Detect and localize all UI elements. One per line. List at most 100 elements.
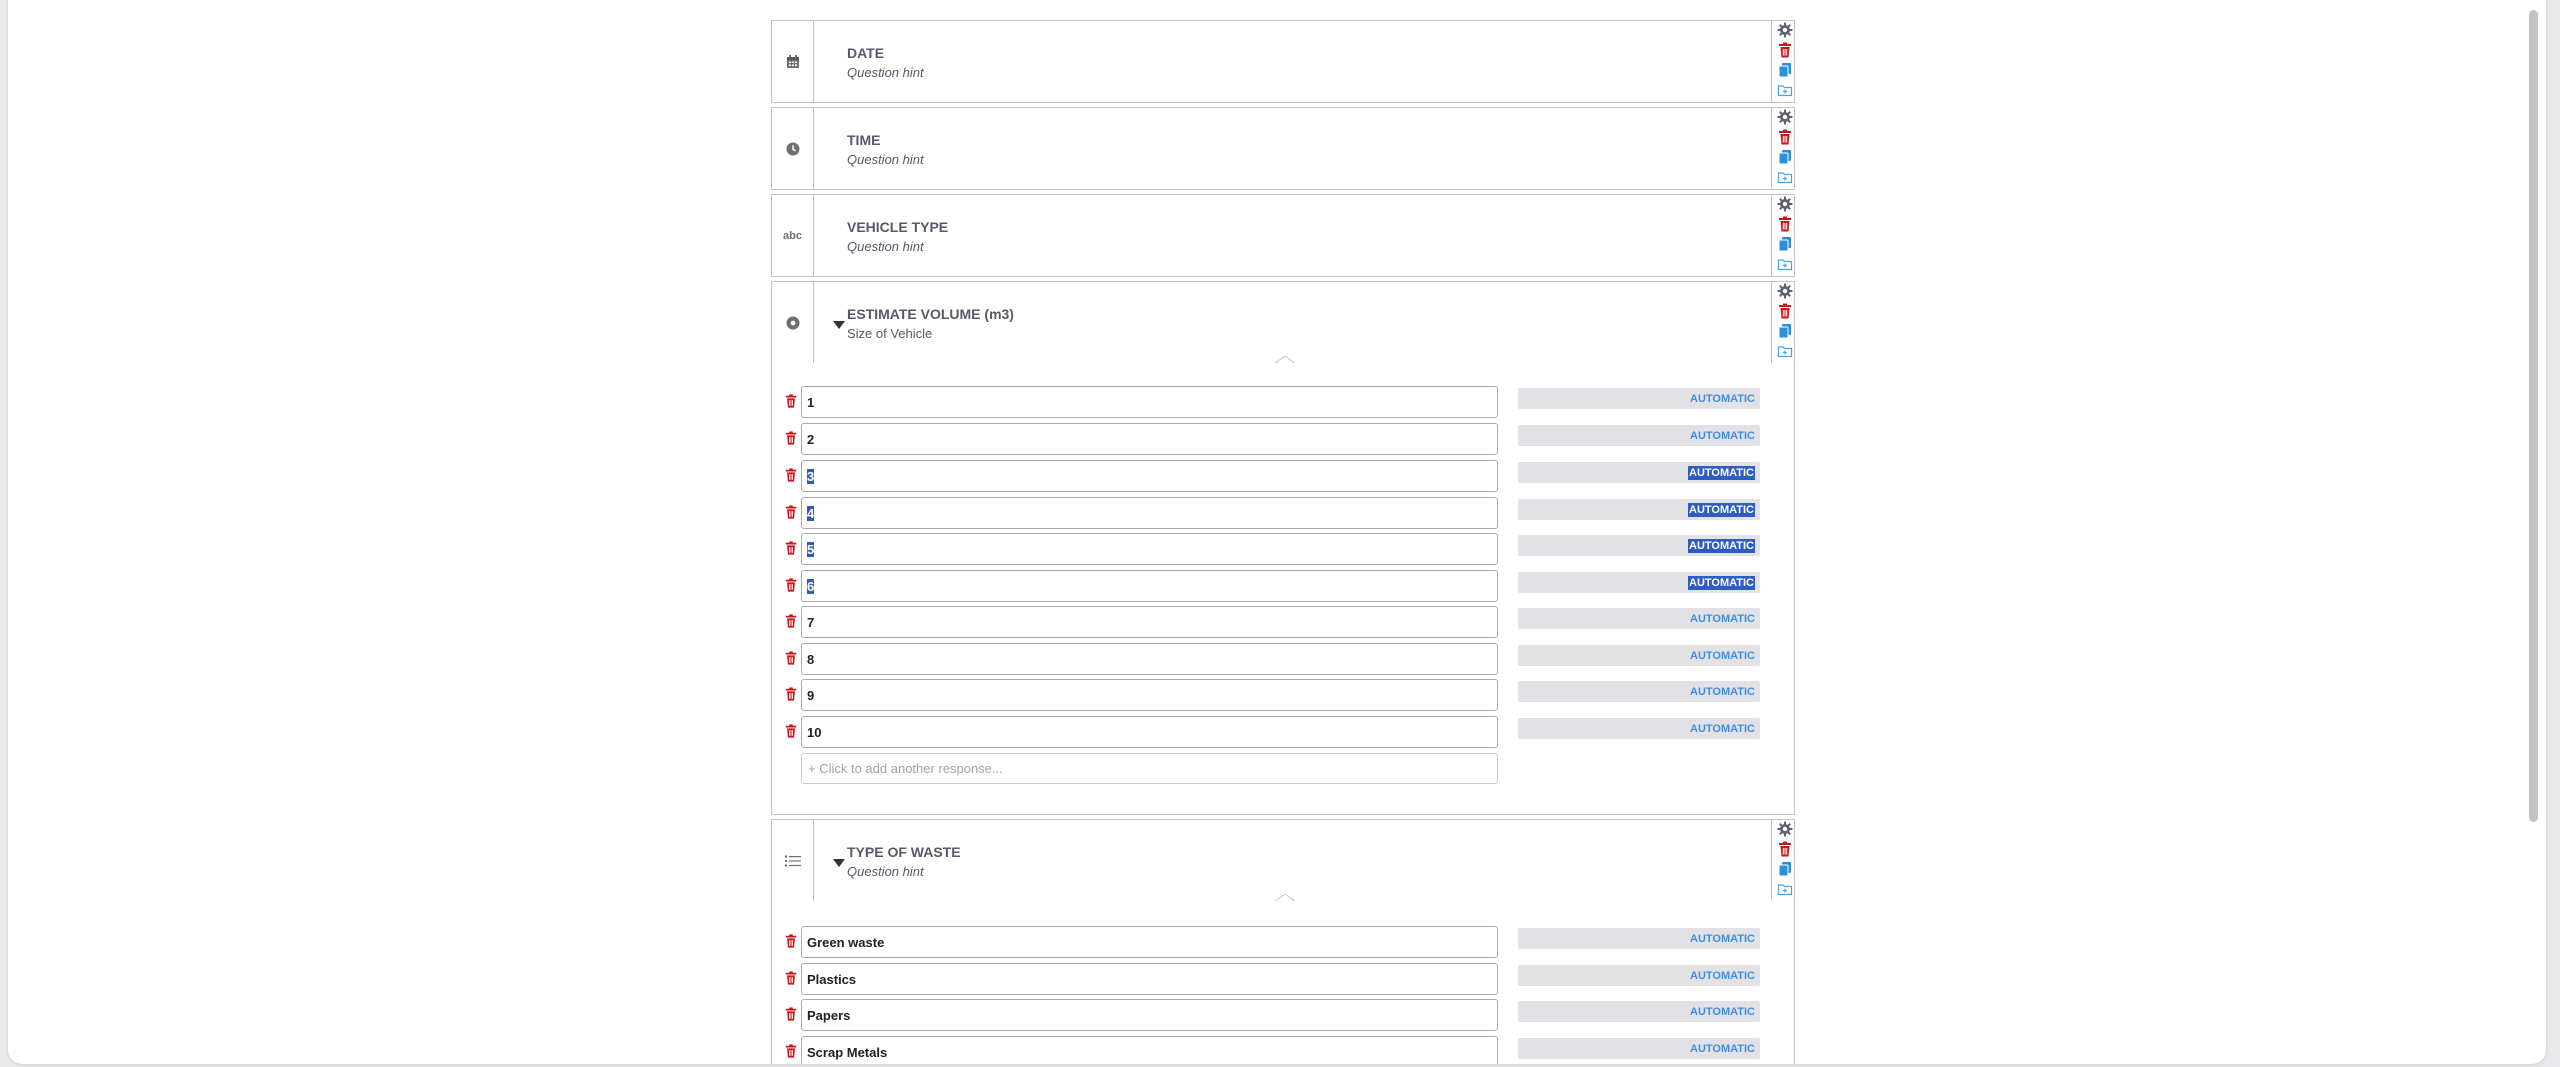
question-vehicle-type[interactable]: abc VEHICLE TYPE Question hint (771, 194, 1795, 277)
response-input[interactable]: 5 (801, 533, 1498, 565)
response-row: 6 AUTOMATIC (772, 570, 1794, 602)
delete-response-icon[interactable] (784, 540, 798, 556)
score-field[interactable]: AUTOMATIC (1518, 645, 1760, 666)
folder-icon[interactable] (1777, 169, 1793, 185)
collapse-caret-icon[interactable] (833, 859, 845, 867)
score-field[interactable]: AUTOMATIC (1518, 718, 1760, 739)
response-row: Plastics AUTOMATIC (772, 963, 1794, 995)
response-row: 2 AUTOMATIC (772, 423, 1794, 455)
score-field[interactable]: AUTOMATIC (1518, 425, 1760, 446)
gear-icon[interactable] (1777, 22, 1793, 38)
response-input[interactable]: 10 (801, 716, 1498, 748)
delete-response-icon[interactable] (784, 504, 798, 520)
delete-response-icon[interactable] (784, 933, 798, 949)
response-input[interactable]: 4 (801, 497, 1498, 529)
question-title: TIME (847, 132, 881, 148)
add-response-input[interactable]: + Click to add another response... (801, 753, 1498, 784)
question-hint: Question hint (847, 864, 924, 879)
text-icon-label: abc (783, 229, 802, 242)
copy-icon[interactable] (1777, 62, 1793, 78)
response-input[interactable]: 3 (801, 460, 1498, 492)
score-field[interactable]: AUTOMATIC (1518, 572, 1760, 593)
copy-icon[interactable] (1777, 861, 1793, 877)
gear-icon[interactable] (1777, 821, 1793, 837)
score-field[interactable]: AUTOMATIC (1518, 462, 1760, 483)
question-title: DATE (847, 45, 885, 61)
question-time[interactable]: TIME Question hint (771, 107, 1795, 190)
score-field[interactable]: AUTOMATIC (1518, 499, 1760, 520)
response-input[interactable]: 8 (801, 643, 1498, 675)
question-actions (1771, 281, 1795, 364)
copy-icon[interactable] (1777, 323, 1793, 339)
delete-response-icon[interactable] (784, 723, 798, 739)
score-field[interactable]: AUTOMATIC (1518, 965, 1760, 986)
delete-response-icon[interactable] (784, 970, 798, 986)
response-input[interactable]: 6 (801, 570, 1498, 602)
response-input[interactable]: 7 (801, 606, 1498, 638)
delete-response-icon[interactable] (784, 393, 798, 409)
response-row: Scrap Metals AUTOMATIC (772, 1036, 1794, 1064)
text-abc-icon: abc (772, 195, 814, 276)
score-field[interactable]: AUTOMATIC (1518, 928, 1760, 949)
response-row: Papers AUTOMATIC (772, 999, 1794, 1031)
score-field[interactable]: AUTOMATIC (1518, 388, 1760, 409)
response-row: 9 AUTOMATIC (772, 679, 1794, 711)
delete-icon[interactable] (1777, 42, 1793, 58)
collapse-caret-icon[interactable] (833, 321, 845, 329)
delete-icon[interactable] (1777, 129, 1793, 145)
delete-icon[interactable] (1777, 303, 1793, 319)
question-subtitle: Size of Vehicle (847, 326, 933, 341)
delete-response-icon[interactable] (784, 430, 798, 446)
delete-response-icon[interactable] (784, 613, 798, 629)
delete-response-icon[interactable] (784, 1006, 798, 1022)
question-type-of-waste[interactable]: TYPE OF WASTE Question hint (771, 819, 1795, 902)
folder-icon[interactable] (1777, 82, 1793, 98)
delete-response-icon[interactable] (784, 577, 798, 593)
volume-options-panel: 1 AUTOMATIC 2 AUTOMATIC 3 AUTOMATIC 4 AU… (771, 363, 1795, 815)
copy-icon[interactable] (1777, 236, 1793, 252)
score-field[interactable]: AUTOMATIC (1518, 681, 1760, 702)
response-row: 8 AUTOMATIC (772, 643, 1794, 675)
delete-response-icon[interactable] (784, 686, 798, 702)
response-input[interactable]: 2 (801, 423, 1498, 455)
response-row: 1 AUTOMATIC (772, 386, 1794, 418)
form-builder-page: DATE Question hint TIME Question hint ab… (8, 0, 2546, 1064)
response-input[interactable]: Scrap Metals (801, 1036, 1498, 1064)
response-input[interactable]: Papers (801, 999, 1498, 1031)
score-field[interactable]: AUTOMATIC (1518, 535, 1760, 556)
calendar-icon (772, 21, 814, 102)
scrollbar-thumb[interactable] (2529, 10, 2538, 822)
question-actions (1771, 20, 1795, 103)
response-input[interactable]: Green waste (801, 926, 1498, 958)
question-date[interactable]: DATE Question hint (771, 20, 1795, 103)
gear-icon[interactable] (1777, 283, 1793, 299)
gear-icon[interactable] (1777, 109, 1793, 125)
question-actions (1771, 107, 1795, 190)
folder-icon[interactable] (1777, 256, 1793, 272)
clock-icon (772, 108, 814, 189)
score-field[interactable]: AUTOMATIC (1518, 608, 1760, 629)
response-row: 5 AUTOMATIC (772, 533, 1794, 565)
response-input[interactable]: Plastics (801, 963, 1498, 995)
delete-response-icon[interactable] (784, 650, 798, 666)
gear-icon[interactable] (1777, 196, 1793, 212)
folder-icon[interactable] (1777, 343, 1793, 359)
response-input[interactable]: 1 (801, 386, 1498, 418)
question-title: ESTIMATE VOLUME (m3) (847, 306, 1014, 322)
question-estimate-volume[interactable]: ESTIMATE VOLUME (m3) Size of Vehicle (771, 281, 1795, 364)
folder-icon[interactable] (1777, 881, 1793, 897)
delete-response-icon[interactable] (784, 467, 798, 483)
score-field[interactable]: AUTOMATIC (1518, 1001, 1760, 1022)
question-title: TYPE OF WASTE (847, 844, 961, 860)
delete-response-icon[interactable] (784, 1043, 798, 1059)
radio-icon (772, 282, 814, 363)
response-row: 10 AUTOMATIC (772, 716, 1794, 748)
delete-icon[interactable] (1777, 841, 1793, 857)
response-row: 7 AUTOMATIC (772, 606, 1794, 638)
vertical-scrollbar[interactable] (2526, 0, 2540, 1064)
response-row: 3 AUTOMATIC (772, 460, 1794, 492)
delete-icon[interactable] (1777, 216, 1793, 232)
copy-icon[interactable] (1777, 149, 1793, 165)
score-field[interactable]: AUTOMATIC (1518, 1038, 1760, 1059)
response-input[interactable]: 9 (801, 679, 1498, 711)
